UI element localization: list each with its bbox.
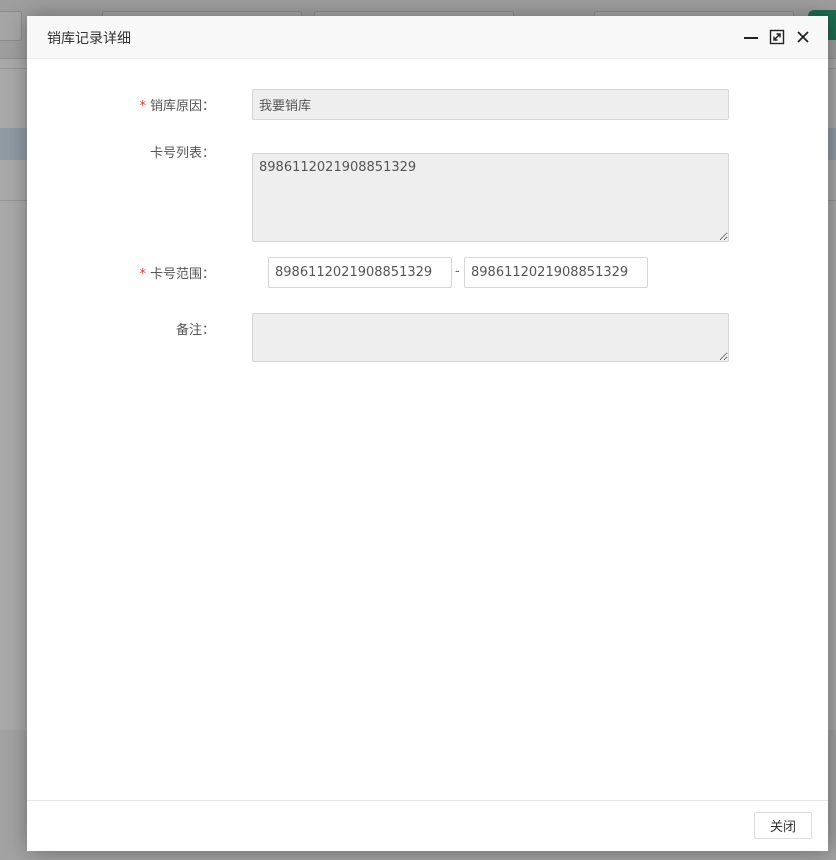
card-range-label-text: 卡号范围： bbox=[149, 267, 215, 282]
required-mark: * bbox=[139, 99, 146, 114]
dialog-header: 销库记录详细 bbox=[27, 16, 828, 59]
card-range-label: * 卡号范围： bbox=[27, 263, 215, 282]
background-input bbox=[0, 11, 22, 41]
remark-label: 备注： bbox=[175, 323, 215, 338]
reason-label: * 销库原因： bbox=[27, 95, 215, 114]
card-list-textarea[interactable]: 8986112021908851329 bbox=[252, 153, 729, 242]
minimize-icon[interactable] bbox=[743, 29, 759, 45]
close-button[interactable]: 关闭 bbox=[754, 812, 812, 839]
card-list-label: 卡号列表： bbox=[149, 146, 215, 161]
dialog-footer: 关闭 bbox=[27, 800, 828, 851]
record-detail-dialog: 销库记录详细 *销库原因： 卡号列表： 8986112 bbox=[27, 16, 828, 851]
close-icon[interactable] bbox=[795, 29, 811, 45]
card-range-end-input[interactable] bbox=[464, 257, 648, 288]
maximize-icon[interactable] bbox=[769, 29, 785, 45]
reason-label-text: 销库原因： bbox=[149, 99, 215, 114]
remark-textarea[interactable] bbox=[252, 313, 729, 362]
required-mark: * bbox=[139, 267, 146, 282]
dialog-title: 销库记录详细 bbox=[47, 31, 131, 47]
range-separator: - bbox=[455, 264, 460, 279]
reason-input[interactable] bbox=[252, 89, 729, 120]
card-range-start-input[interactable] bbox=[268, 257, 452, 288]
